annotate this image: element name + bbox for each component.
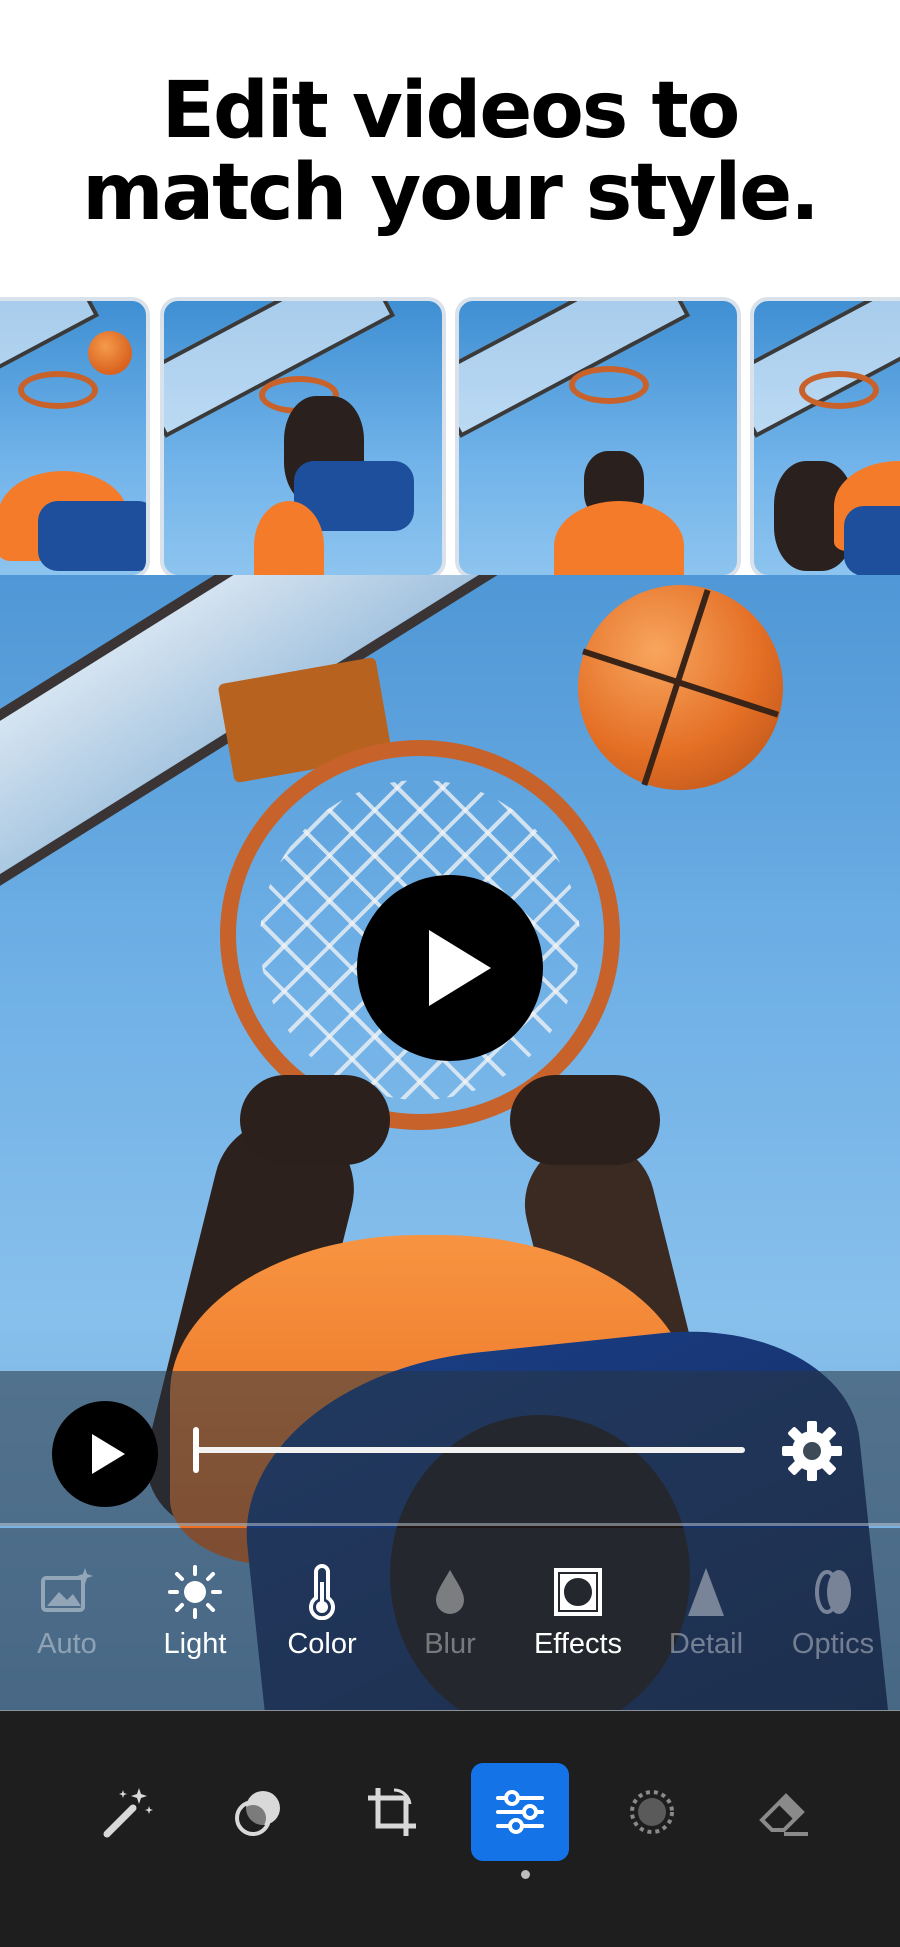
category-label: Light: [163, 1628, 227, 1660]
backboard-shape: [459, 301, 691, 438]
play-icon: [92, 1434, 125, 1474]
play-icon: [429, 930, 491, 1006]
category-label: Auto: [37, 1628, 97, 1660]
bottom-toolbar: [0, 1711, 900, 1947]
tool-adjust[interactable]: [471, 1763, 569, 1861]
image-sparkle-icon: [41, 1568, 93, 1612]
rim-shape: [569, 366, 649, 404]
basketball-shape: [578, 585, 783, 790]
headline-line-2: match your style.: [82, 148, 820, 238]
backboard-shape: [0, 301, 100, 438]
center-play-button[interactable]: [357, 875, 543, 1061]
category-light[interactable]: Light: [131, 1564, 259, 1661]
clip-thumbnail[interactable]: [160, 297, 446, 579]
settings-button[interactable]: [780, 1419, 844, 1483]
magic-wand-icon: [103, 1788, 153, 1838]
category-label: Optics: [791, 1628, 875, 1660]
tool-heal[interactable]: [210, 1763, 308, 1861]
lens-icon: [815, 1570, 851, 1614]
ball-shape: [88, 331, 132, 375]
playback-controls: [0, 1371, 900, 1526]
jersey-shape: [554, 501, 684, 575]
category-effects[interactable]: Effects: [514, 1564, 642, 1661]
headline-line-1: Edit videos to: [161, 66, 741, 156]
category-blur[interactable]: Blur: [386, 1564, 514, 1661]
rim-shape: [799, 371, 879, 409]
sun-icon: [168, 1565, 222, 1619]
tool-auto-magic[interactable]: [78, 1763, 176, 1861]
adjust-sliders-icon: [496, 1790, 544, 1834]
eraser-icon: [759, 1793, 808, 1836]
vignette-icon: [554, 1568, 602, 1616]
clip-thumbnail[interactable]: [455, 297, 741, 579]
rim-shape: [18, 371, 98, 409]
selective-icon: [630, 1790, 674, 1834]
category-label: Blur: [424, 1628, 476, 1660]
clip-thumbnail[interactable]: [750, 297, 900, 579]
category-detail[interactable]: Detail: [642, 1564, 770, 1661]
clip-thumbnail[interactable]: [0, 297, 150, 579]
triangle-icon: [688, 1568, 724, 1616]
timeline-scrubber[interactable]: [195, 1447, 745, 1453]
left-hand-shape: [240, 1075, 390, 1165]
shorts-shape: [38, 501, 146, 571]
category-label: Color: [287, 1628, 357, 1660]
category-label: Detail: [668, 1628, 744, 1660]
category-auto[interactable]: Auto: [3, 1564, 131, 1661]
backboard-shape: [754, 301, 900, 438]
thermometer-icon: [309, 1564, 335, 1620]
crop-icon: [368, 1788, 416, 1836]
active-indicator-dot: [521, 1870, 530, 1879]
tool-crop[interactable]: [343, 1763, 441, 1861]
tool-eraser[interactable]: [735, 1763, 833, 1861]
adjustment-categories: Auto Light Color Blur Effects Detail Opt…: [0, 1528, 900, 1711]
droplet-icon: [436, 1570, 464, 1614]
heal-icon: [235, 1791, 280, 1836]
category-optics[interactable]: Optics: [769, 1564, 897, 1661]
shorts-shape: [844, 506, 900, 575]
play-button[interactable]: [52, 1401, 158, 1507]
scrubber-handle[interactable]: [193, 1427, 199, 1473]
page-headline: Edit videos to match your style.: [0, 70, 900, 234]
backboard-shape: [164, 301, 396, 438]
gear-icon: [782, 1421, 842, 1481]
tool-selective[interactable]: [603, 1763, 701, 1861]
right-hand-shape: [510, 1075, 660, 1165]
category-label: Effects: [533, 1628, 623, 1660]
category-color[interactable]: Color: [258, 1564, 386, 1661]
clip-thumbnail-strip: [0, 297, 900, 579]
